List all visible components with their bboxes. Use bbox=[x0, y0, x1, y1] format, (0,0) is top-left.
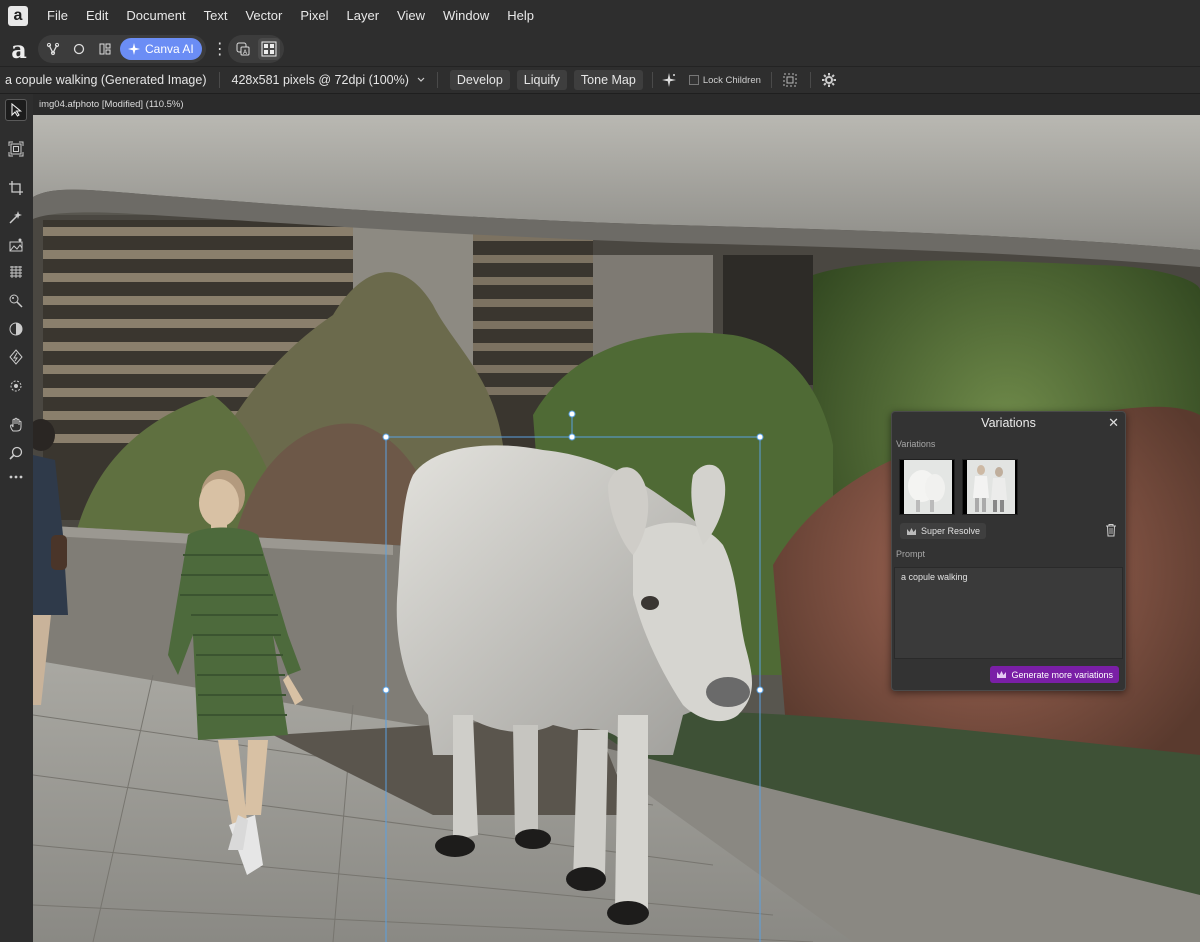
menu-help[interactable]: Help bbox=[498, 0, 543, 32]
divider bbox=[436, 72, 438, 88]
thumbnail-image bbox=[904, 460, 952, 514]
super-resolve-label: Super Resolve bbox=[921, 526, 981, 536]
tools-panel bbox=[0, 94, 33, 942]
divider bbox=[809, 72, 811, 88]
menu-vector[interactable]: Vector bbox=[236, 0, 291, 32]
generate-label: Generate more variations bbox=[1011, 669, 1113, 680]
pixel-persona-icon[interactable] bbox=[68, 38, 90, 60]
variations-panel: Variations ✕ Variations Super Resolve Pr… bbox=[891, 411, 1126, 691]
settings-gear-icon[interactable] bbox=[821, 72, 837, 88]
view-tool-icon[interactable] bbox=[5, 138, 27, 160]
variation-thumbnail-2[interactable] bbox=[962, 459, 1018, 515]
zoom-tool-icon[interactable] bbox=[5, 442, 27, 464]
effects-tool-icon[interactable] bbox=[5, 375, 27, 397]
menu-file[interactable]: File bbox=[38, 0, 77, 32]
mode-group: A bbox=[227, 35, 284, 63]
texture-tool-icon[interactable] bbox=[5, 261, 27, 283]
flood-select-icon[interactable] bbox=[5, 234, 27, 256]
prompt-text: a copule walking bbox=[901, 572, 968, 582]
image-size-label: 428x581 pixels @ 72dpi (100%) bbox=[231, 73, 409, 87]
selection-box-icon[interactable] bbox=[782, 72, 798, 88]
variations-title: Variations bbox=[981, 416, 1036, 430]
variation-thumbnail-1[interactable] bbox=[899, 459, 955, 515]
crown-icon bbox=[907, 527, 916, 535]
chevron-down-icon bbox=[417, 77, 425, 82]
prompt-section-label: Prompt bbox=[896, 549, 926, 559]
layer-title: a copule walking (Generated Image) bbox=[5, 73, 207, 87]
super-resolve-button[interactable]: Super Resolve bbox=[900, 523, 987, 539]
menu-bar: a File Edit Document Text Vector Pixel L… bbox=[0, 0, 1200, 32]
liquify-button[interactable]: Liquify bbox=[516, 70, 567, 90]
context-toolbar: a copule walking (Generated Image) 428x5… bbox=[0, 67, 1200, 94]
generate-more-variations-button[interactable]: Generate more variations bbox=[990, 666, 1119, 683]
lock-children-label: Lock Children bbox=[702, 74, 761, 86]
menu-layer[interactable]: Layer bbox=[338, 0, 389, 32]
canva-ai-button[interactable]: Canva AI bbox=[120, 38, 202, 60]
crown-icon bbox=[997, 671, 1007, 678]
develop-button[interactable]: Develop bbox=[449, 70, 510, 90]
vector-persona-icon[interactable] bbox=[42, 38, 64, 60]
menu-view[interactable]: View bbox=[388, 0, 434, 32]
prompt-textarea[interactable]: a copule walking bbox=[894, 567, 1123, 659]
layout-persona-icon[interactable] bbox=[94, 38, 116, 60]
divider bbox=[770, 72, 772, 88]
more-options-icon[interactable]: ⋮ bbox=[212, 39, 228, 59]
grid-mode-icon[interactable] bbox=[257, 38, 280, 60]
image-size-dropdown[interactable]: 428x581 pixels @ 72dpi (100%) bbox=[232, 73, 425, 87]
selection-brush-icon[interactable] bbox=[5, 206, 27, 228]
thumbnail-image bbox=[967, 460, 1015, 514]
affinity-persona-icon[interactable]: a bbox=[6, 35, 32, 64]
magic-wand-icon[interactable] bbox=[661, 72, 677, 88]
divider bbox=[651, 72, 653, 88]
color-picker-icon[interactable] bbox=[5, 318, 27, 340]
close-icon[interactable]: ✕ bbox=[1108, 412, 1119, 434]
variations-section-label: Variations bbox=[896, 439, 936, 449]
toolbar: a Canva AI ⋮ A bbox=[0, 32, 1200, 67]
document-tab[interactable]: img04.afphoto [Modified] (110.5%) bbox=[33, 94, 1200, 115]
tone-map-button[interactable]: Tone Map bbox=[573, 70, 643, 90]
hand-tool-icon[interactable] bbox=[5, 414, 27, 436]
affinity-logo-icon[interactable]: a bbox=[8, 6, 28, 26]
variations-header: Variations ✕ bbox=[892, 412, 1125, 434]
move-tool-icon[interactable] bbox=[5, 99, 27, 121]
menu-text[interactable]: Text bbox=[195, 0, 237, 32]
menu-pixel[interactable]: Pixel bbox=[291, 0, 337, 32]
lock-children-checkbox[interactable] bbox=[688, 75, 699, 85]
canva-ai-label: Canva AI bbox=[145, 42, 194, 56]
menu-window[interactable]: Window bbox=[434, 0, 498, 32]
paint-brush-icon[interactable] bbox=[5, 290, 27, 312]
text-mode-icon[interactable]: A bbox=[232, 38, 254, 60]
crop-tool-icon[interactable] bbox=[5, 177, 27, 199]
persona-group: Canva AI bbox=[38, 35, 206, 63]
menu-edit[interactable]: Edit bbox=[77, 0, 117, 32]
sparkle-icon bbox=[128, 43, 140, 55]
divider bbox=[218, 72, 220, 88]
more-tools-icon[interactable] bbox=[5, 466, 27, 488]
menu-document[interactable]: Document bbox=[117, 0, 194, 32]
trash-icon[interactable] bbox=[1105, 523, 1119, 539]
healing-tool-icon[interactable] bbox=[5, 346, 27, 368]
